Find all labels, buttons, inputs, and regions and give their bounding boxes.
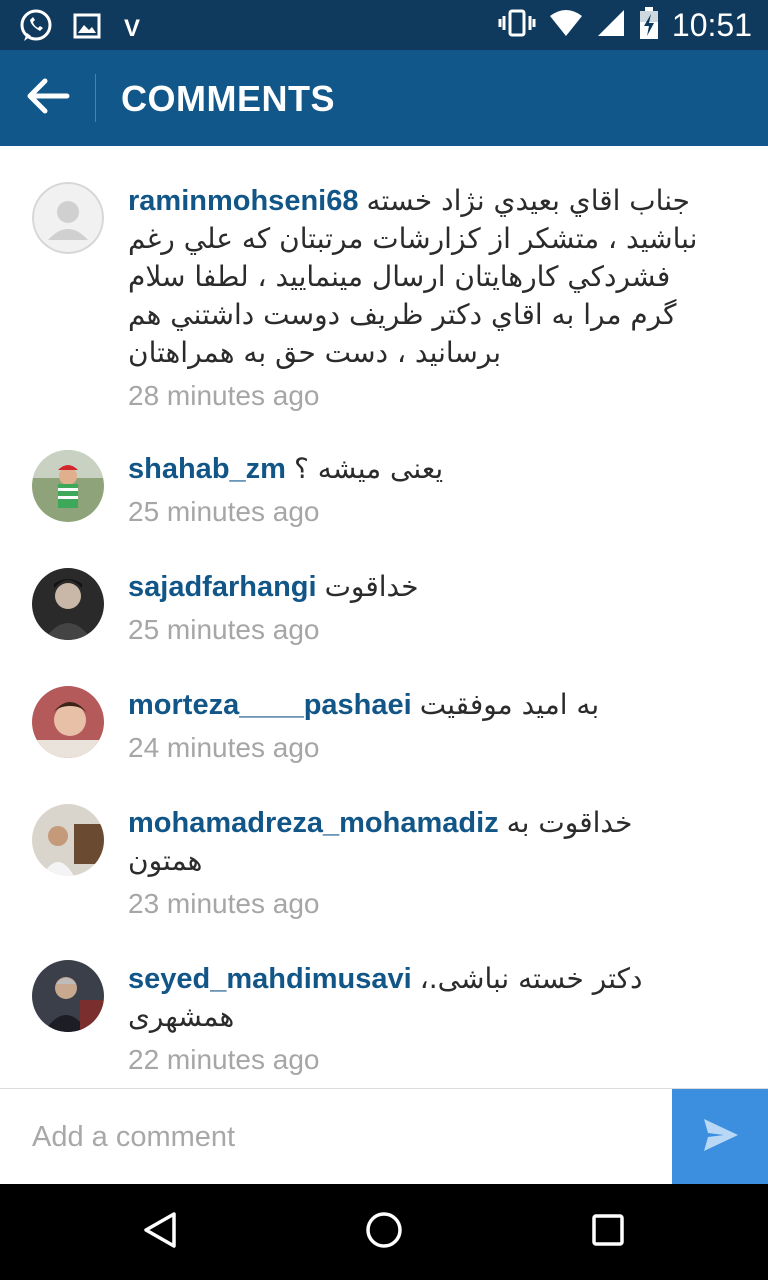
- comment-body: به امید موفقیت: [419, 688, 600, 721]
- comment-username[interactable]: mohamadreza_mohamadiz: [128, 807, 499, 839]
- status-bar-time: 10:51: [671, 7, 752, 43]
- carrier-mark: V: [124, 14, 141, 42]
- comment-text: shahab_zm یعنی میشه ؟: [128, 450, 708, 488]
- status-bar-right: 10:51: [498, 6, 752, 45]
- home-circle-icon: [364, 1210, 404, 1255]
- arrow-left-icon: [23, 76, 71, 121]
- status-bar: V 10:51: [0, 0, 768, 50]
- vibrate-icon: [498, 8, 536, 43]
- avatar[interactable]: [32, 182, 104, 254]
- status-bar-left: V: [18, 8, 140, 49]
- comment-time: 22 minutes ago: [128, 1044, 320, 1075]
- comment-username[interactable]: raminmohseni68: [128, 185, 358, 217]
- back-button[interactable]: [16, 68, 78, 128]
- comment-time: 25 minutes ago: [128, 496, 320, 527]
- recents-square-icon: [588, 1210, 628, 1255]
- comment-time: 23 minutes ago: [128, 888, 320, 919]
- avatar[interactable]: [32, 450, 104, 522]
- comment-item: mohamadreza_mohamadiz خداقوت به همتون 23 …: [0, 804, 768, 920]
- comment-composer: [0, 1088, 768, 1185]
- comment-text: mohamadreza_mohamadiz خداقوت به همتون: [128, 804, 708, 880]
- comment-item: seyed_mahdimusavi دکتر خسته نباشی.، همشهر…: [0, 960, 768, 1076]
- comment-item: morteza____pashaei به امید موفقیت 24 minu…: [0, 686, 768, 764]
- comment-text: sajadfarhangi خداقوت: [128, 568, 708, 606]
- comment-time: 25 minutes ago: [128, 614, 320, 645]
- comment-time: 28 minutes ago: [128, 380, 320, 411]
- nav-home-button[interactable]: [324, 1184, 444, 1280]
- nav-back-button[interactable]: [100, 1184, 220, 1280]
- send-button[interactable]: [672, 1089, 768, 1185]
- comment-username[interactable]: shahab_zm: [128, 453, 286, 485]
- comment-list[interactable]: raminmohseni68 جناب اقاي بعيدي نژاد خسته …: [0, 146, 768, 1088]
- comment-username[interactable]: seyed_mahdimusavi: [128, 963, 412, 995]
- page-title: COMMENTS: [121, 78, 335, 119]
- avatar[interactable]: [32, 804, 104, 876]
- comment-item: sajadfarhangi خداقوت 25 minutes ago: [0, 568, 768, 646]
- comment-username[interactable]: morteza____pashaei: [128, 689, 412, 721]
- whatsapp-icon: [18, 8, 54, 49]
- comment-body: یعنی میشه ؟: [293, 452, 444, 485]
- comment-time: 24 minutes ago: [128, 732, 320, 763]
- toolbar-divider: [95, 74, 96, 122]
- comment-text: seyed_mahdimusavi دکتر خسته نباشی.، همشهر…: [128, 960, 708, 1036]
- comment-item: raminmohseni68 جناب اقاي بعيدي نژاد خسته …: [0, 182, 768, 412]
- nav-recents-button[interactable]: [548, 1184, 668, 1280]
- image-icon: [72, 11, 102, 46]
- comment-username[interactable]: sajadfarhangi: [128, 571, 317, 603]
- comment-text: raminmohseni68 جناب اقاي بعيدي نژاد خسته …: [128, 182, 708, 372]
- avatar[interactable]: [32, 568, 104, 640]
- send-icon: [700, 1115, 740, 1160]
- wifi-icon: [548, 8, 584, 43]
- comment-input[interactable]: [0, 1089, 672, 1185]
- avatar[interactable]: [32, 686, 104, 758]
- battery-charging-icon: [638, 6, 660, 45]
- comment-body: خداقوت: [324, 570, 419, 603]
- signal-icon: [596, 8, 626, 43]
- comment-text: morteza____pashaei به امید موفقیت: [128, 686, 708, 724]
- back-triangle-icon: [140, 1210, 180, 1255]
- navigation-bar: [0, 1184, 768, 1280]
- comment-item: shahab_zm یعنی میشه ؟ 25 minutes ago: [0, 450, 768, 528]
- avatar[interactable]: [32, 960, 104, 1032]
- toolbar: COMMENTS: [0, 50, 768, 146]
